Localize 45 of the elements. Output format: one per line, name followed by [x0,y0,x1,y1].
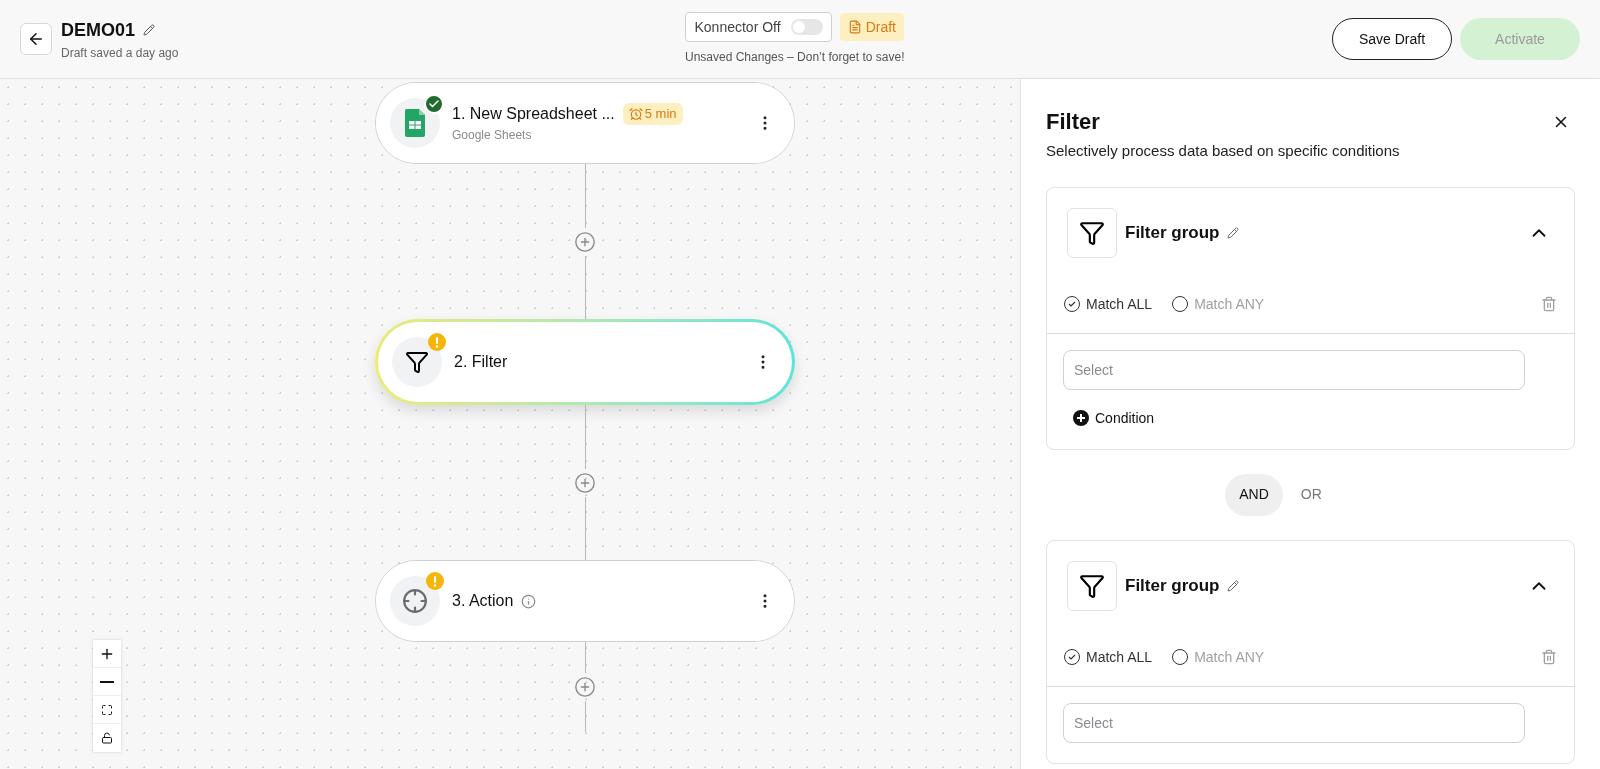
step-node[interactable]: 3. Action [375,560,795,642]
spreadsheet-icon [405,109,425,137]
panel-title: Filter [1046,108,1101,136]
delete-icon[interactable] [1541,649,1557,665]
workflow-title: DEMO01 [61,18,136,42]
unlock-icon [101,732,113,744]
unsaved-notice: Unsaved Changes – Don’t forget to save! [685,49,905,66]
match-radio[interactable]: Match ALL [1064,293,1153,315]
add-step-icon[interactable] [574,471,596,494]
filter-icon [1079,572,1105,599]
delete-icon[interactable] [1541,296,1557,312]
edit-icon[interactable] [1227,579,1240,592]
join-option[interactable]: AND [1225,473,1283,516]
select-field[interactable]: Select [1063,349,1525,390]
minus-icon [100,680,114,683]
info-icon[interactable] [521,593,537,609]
toggle-switch[interactable] [790,19,823,35]
step-title: 3. Action [452,591,514,611]
match-radio[interactable]: Match ALL [1064,646,1153,668]
add-condition-button[interactable]: Condition [1073,407,1155,429]
step-app-name: Google Sheets [452,127,533,144]
filter-icon [1079,219,1105,246]
interval-badge: 5 min [622,103,683,125]
step-node[interactable]: 2. Filter [375,319,795,405]
group-title: Filter group [1125,574,1220,597]
save-draft-button[interactable]: Save Draft [1332,18,1452,60]
add-step-icon[interactable] [574,676,596,698]
panel-description: Selectively process data based on specific conditions [1046,141,1401,161]
plus-circle-icon [1073,410,1089,426]
fit-view-icon [101,703,113,716]
step-title: 2. Filter [454,352,508,372]
group-title: Filter group [1125,221,1220,244]
draft-badge: Draft [839,13,904,41]
edit-icon[interactable] [143,24,156,36]
save-status: Draft saved a day ago [61,44,180,62]
step-title: 1. New Spreadsheet ... [452,104,615,124]
add-step-icon[interactable] [574,230,596,253]
back-button[interactable] [20,23,52,55]
join-option[interactable]: OR [1286,473,1336,516]
edit-icon[interactable] [1227,226,1240,239]
step-node[interactable]: 1. New Spreadsheet ... 5 min Google Sheets [375,82,795,164]
select-field[interactable]: Select [1063,702,1525,743]
filter-icon [405,350,429,374]
konnector-toggle[interactable]: Konnector Off [685,12,832,42]
crosshair-icon [402,588,428,614]
